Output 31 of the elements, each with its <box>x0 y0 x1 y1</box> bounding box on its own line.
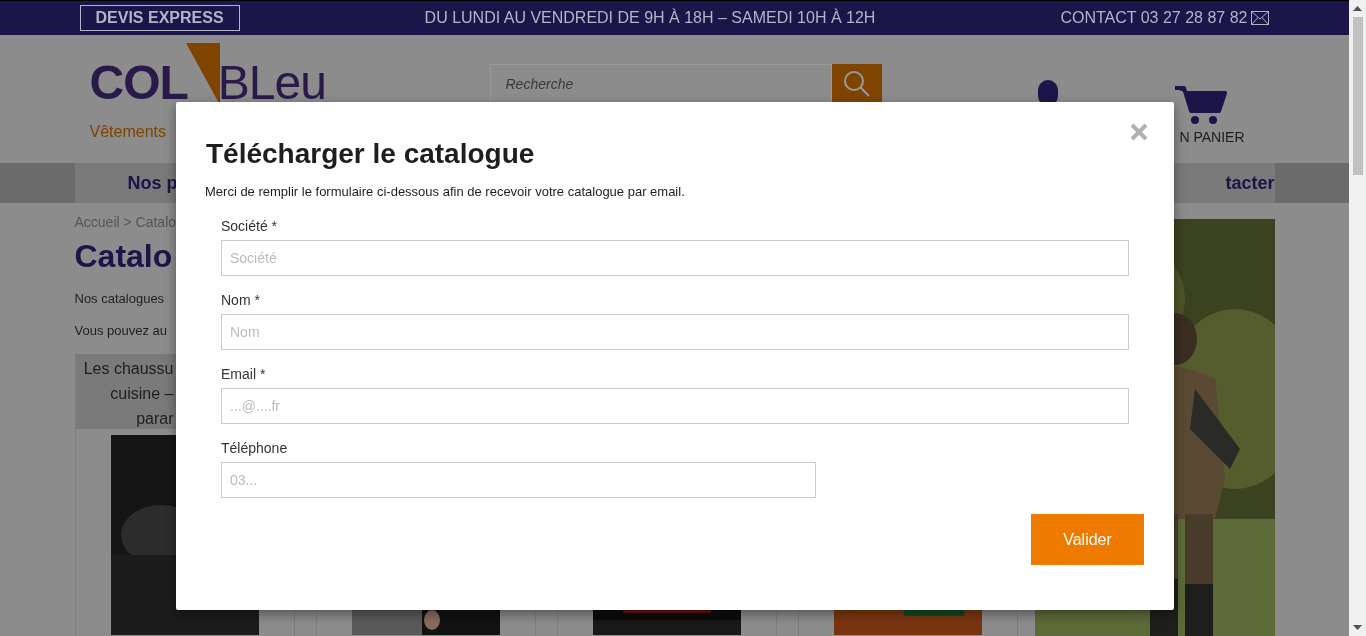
paragraph: Nos catalogues <box>74 291 165 306</box>
field-label: Société * <box>221 218 279 234</box>
opening-hours: DU LUNDI AU VENDREDI DE 9H À 18H – SAMEDI 10H À 12H <box>424 9 876 27</box>
input-field[interactable]: Nom <box>221 314 1129 350</box>
page-title: Catalo <box>74 238 173 275</box>
dialog-title: Télécharger le catalogue <box>206 138 536 170</box>
input-field[interactable]: ...@....fr <box>221 388 1129 424</box>
submit-button[interactable]: Valider <box>1031 514 1144 565</box>
input-field[interactable]: 03... <box>221 462 816 498</box>
field-label: Téléphone <box>221 440 289 456</box>
input-field[interactable]: Société <box>221 240 1129 276</box>
dialog-intro: Merci de remplir le formulaire ci-dessous afin de recevoir votre catalogue par email. <box>205 184 686 199</box>
field-label: Nom * <box>221 292 261 308</box>
search-icon <box>842 70 871 98</box>
nav-item[interactable]: tacter <box>1225 172 1275 194</box>
scrollbar[interactable] <box>1349 0 1366 636</box>
logo-text: BLeu <box>217 61 326 105</box>
cart-link[interactable]: N PANIER <box>1174 85 1245 145</box>
search-field[interactable]: Recherche <box>489 64 832 104</box>
scroll-down-icon[interactable] <box>1353 625 1362 630</box>
field-label: Email * <box>221 366 267 382</box>
scroll-thumb[interactable] <box>1352 17 1363 175</box>
mail-icon[interactable] <box>1251 11 1270 25</box>
logo-text: COL <box>89 61 188 105</box>
quote-button[interactable]: DEVIS EXPRESS <box>79 5 240 31</box>
search-button[interactable] <box>831 64 882 104</box>
contact-phone: CONTACT 03 27 28 87 82 <box>1060 9 1248 27</box>
cart-icon <box>1174 85 1227 125</box>
scroll-up-icon[interactable] <box>1353 6 1362 11</box>
logo-tagline: Vêtements <box>89 123 167 141</box>
paragraph: Vous pouvez au <box>74 323 168 338</box>
